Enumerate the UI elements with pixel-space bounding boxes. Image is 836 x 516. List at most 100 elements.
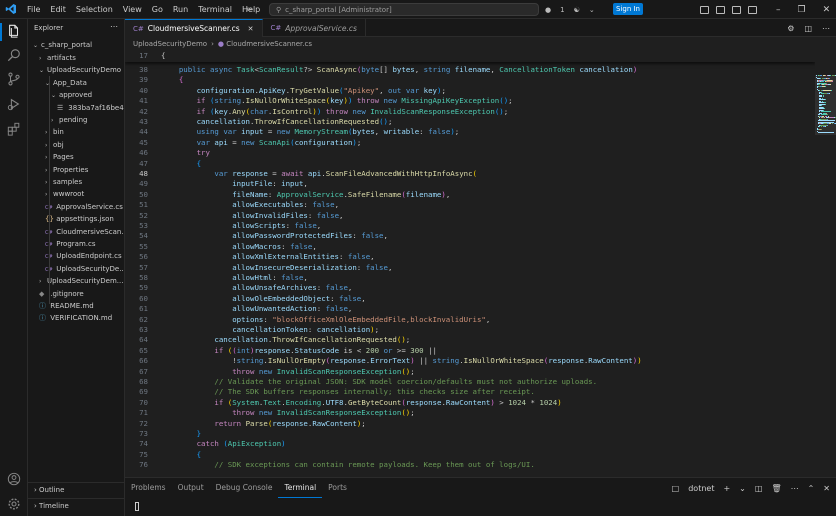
- code-line[interactable]: 76 // SDK exceptions can contain remote …: [125, 460, 535, 470]
- outline-section[interactable]: › Outline: [28, 482, 124, 496]
- chevron-down-icon[interactable]: ⌄: [589, 6, 595, 14]
- code-line[interactable]: 52 allowInvalidFiles: false,: [125, 211, 343, 221]
- code-line[interactable]: 75 {: [125, 450, 201, 460]
- tree-file[interactable]: C# CloudmersiveScan...: [28, 226, 124, 238]
- code-line[interactable]: 49 inputFile: input,: [125, 179, 308, 189]
- ports-indicator[interactable]: ● 1 ☯ ⌄: [545, 0, 595, 19]
- tab-approval-service[interactable]: C# ApprovalService.cs: [263, 19, 366, 37]
- code-line[interactable]: 54 allowPasswordProtectedFiles: false,: [125, 231, 388, 241]
- tree-file[interactable]: C# Program.cs: [28, 238, 124, 250]
- code-line[interactable]: 43 cancellation.ThrowIfCancellationReque…: [125, 117, 392, 127]
- terminal-shell-label[interactable]: dotnet: [688, 484, 714, 493]
- restore-icon[interactable]: ❐: [798, 5, 806, 15]
- code-line[interactable]: 58 allowHtml: false,: [125, 273, 308, 283]
- back-arrow-icon[interactable]: ←: [246, 5, 254, 15]
- tree-file[interactable]: C# UploadEndpoint.cs: [28, 250, 124, 262]
- code-line[interactable]: 53 allowScripts: false,: [125, 221, 321, 231]
- split-terminal-icon[interactable]: ◫: [755, 484, 763, 493]
- menu-edit[interactable]: Edit: [45, 0, 71, 19]
- code-line[interactable]: 65 if ((int)response.StatusCode is < 200…: [125, 346, 437, 356]
- tree-folder[interactable]: › UploadSecurityDem...: [28, 275, 124, 287]
- terminal-cursor[interactable]: [135, 502, 139, 511]
- more-actions-icon[interactable]: ⋯: [110, 22, 118, 31]
- code-line[interactable]: 50 fileName: ApprovalService.SafeFilenam…: [125, 190, 450, 200]
- code-line[interactable]: 38 public async Task<ScanResult?> ScanAs…: [125, 65, 637, 75]
- layout-panel-icon[interactable]: [716, 5, 725, 14]
- code-line[interactable]: 72 return Parse(response.RawContent);: [125, 419, 366, 429]
- code-line[interactable]: 71 throw new InvalidScanResponseExceptio…: [125, 408, 415, 418]
- code-line[interactable]: 48 var response = await api.ScanFileAdva…: [125, 169, 477, 179]
- tree-file[interactable]: ◆ .gitignore: [28, 288, 124, 300]
- menu-view[interactable]: View: [118, 0, 147, 19]
- code-line[interactable]: 40 configuration.ApiKey.TryGetValue("Api…: [125, 86, 446, 96]
- layout-sidebar-icon[interactable]: [700, 5, 709, 14]
- chevron-down-icon[interactable]: ⌄: [739, 484, 746, 493]
- tree-folder[interactable]: › bin: [28, 126, 124, 138]
- code-line[interactable]: 57 allowInsecureDeserialization: false,: [125, 263, 392, 273]
- code-line[interactable]: 41 if (string.IsNullOrWhiteSpace(key)) t…: [125, 96, 513, 106]
- tree-folder[interactable]: ⌄ approved: [28, 89, 124, 101]
- code-line[interactable]: 56 allowXmlExternalEntities: false,: [125, 252, 375, 262]
- layout-secondary-icon[interactable]: [732, 5, 741, 14]
- extensions-icon[interactable]: [6, 121, 22, 137]
- code-line[interactable]: 59 allowUnsafeArchives: false,: [125, 283, 352, 293]
- tree-folder[interactable]: › wwwroot: [28, 188, 124, 200]
- panel-tab-debug-console[interactable]: Debug Console: [210, 478, 279, 498]
- tree-file[interactable]: {} appsettings.json: [28, 213, 124, 225]
- code-line[interactable]: 73 }: [125, 429, 201, 439]
- breadcrumb-folder[interactable]: UploadSecurityDemo: [133, 40, 207, 48]
- code-line[interactable]: 55 allowMacros: false,: [125, 242, 317, 252]
- code-line[interactable]: 68 // Validate the original JSON: SDK mo…: [125, 377, 597, 387]
- source-control-icon[interactable]: [6, 71, 22, 87]
- search-icon[interactable]: [6, 47, 22, 63]
- sticky-scroll-line[interactable]: 17 {: [125, 51, 165, 61]
- tree-file[interactable]: ⓘ README.md: [28, 300, 124, 312]
- minimap[interactable]: [815, 51, 836, 477]
- copilot-icon[interactable]: ⚙: [787, 24, 794, 33]
- more-actions-icon[interactable]: ⋯: [822, 24, 830, 33]
- split-editor-icon[interactable]: ◫: [804, 24, 812, 33]
- panel-tab-terminal[interactable]: Terminal: [278, 478, 323, 498]
- code-line[interactable]: 67 throw new InvalidScanResponseExceptio…: [125, 367, 415, 377]
- settings-gear-icon[interactable]: [6, 496, 22, 512]
- minimize-icon[interactable]: –: [776, 5, 781, 15]
- code-line[interactable]: 70 if (System.Text.Encoding.UTF8.GetByte…: [125, 398, 562, 408]
- tree-folder[interactable]: ⌄ App_Data: [28, 77, 124, 89]
- panel-tab-ports[interactable]: Ports: [322, 478, 353, 498]
- tree-file[interactable]: ☰ 383ba7af16be42...: [28, 102, 124, 114]
- code-line[interactable]: 64 cancellation.ThrowIfCancellationReque…: [125, 335, 410, 345]
- tab-cloudmersive-scanner[interactable]: C# CloudmersiveScanner.cs ✕: [125, 19, 263, 37]
- tree-file[interactable]: C# ApprovalService.cs: [28, 201, 124, 213]
- menu-run[interactable]: Run: [168, 0, 193, 19]
- close-icon[interactable]: ✕: [823, 5, 831, 15]
- accounts-icon[interactable]: [6, 471, 22, 487]
- code-line[interactable]: 42 if (key.Any(char.IsControl)) throw ne…: [125, 107, 508, 117]
- code-line[interactable]: 66 !string.IsNullOrEmpty(response.ErrorT…: [125, 356, 642, 366]
- layout-customize-icon[interactable]: [748, 5, 757, 14]
- panel-tab-output[interactable]: Output: [172, 478, 210, 498]
- code-line[interactable]: 63 cancellationToken: cancellation);: [125, 325, 379, 335]
- explorer-icon[interactable]: [6, 23, 22, 39]
- tree-folder[interactable]: › Properties: [28, 164, 124, 176]
- copilot-icon[interactable]: ☯: [574, 6, 580, 14]
- menu-selection[interactable]: Selection: [71, 0, 118, 19]
- sign-in-button[interactable]: Sign In: [613, 3, 643, 15]
- maximize-panel-icon[interactable]: ⌃: [808, 484, 815, 493]
- code-line[interactable]: 45 var api = new ScanApi(configuration);: [125, 138, 361, 148]
- code-line[interactable]: 39 {: [125, 75, 183, 85]
- command-center-search[interactable]: ⚲ c_sharp_portal [Administrator]: [269, 3, 539, 16]
- new-terminal-icon[interactable]: +: [723, 484, 730, 493]
- tree-folder[interactable]: › samples: [28, 176, 124, 188]
- breadcrumb-file[interactable]: CloudmersiveScanner.cs: [226, 40, 312, 48]
- menu-terminal[interactable]: Terminal: [193, 0, 237, 19]
- timeline-section[interactable]: › Timeline: [28, 498, 124, 512]
- code-line[interactable]: 47 {: [125, 159, 201, 169]
- code-line[interactable]: 60 allowOleEmbeddedObject: false,: [125, 294, 366, 304]
- tree-folder[interactable]: › Pages: [28, 151, 124, 163]
- trash-icon[interactable]: 🗑: [771, 484, 781, 493]
- code-editor[interactable]: 38 public async Task<ScanResult?> ScanAs…: [125, 51, 815, 477]
- code-line[interactable]: 61 allowUnwantedAction: false,: [125, 304, 352, 314]
- run-debug-icon[interactable]: [6, 96, 22, 112]
- tree-folder[interactable]: › obj: [28, 139, 124, 151]
- tree-folder[interactable]: › pending: [28, 114, 124, 126]
